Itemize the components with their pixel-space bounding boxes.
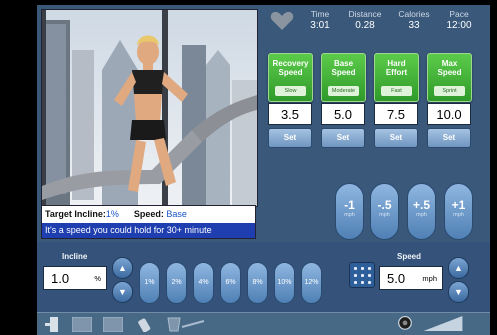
speed-minus-half-button[interactable]: -.5 mph bbox=[370, 183, 399, 240]
speed-title: Speed bbox=[397, 252, 422, 261]
bottle-icon[interactable] bbox=[137, 317, 151, 332]
increment-unit: mph bbox=[344, 212, 355, 218]
increment-unit: mph bbox=[379, 212, 390, 218]
volume-level-icon[interactable] bbox=[421, 316, 465, 331]
stat-label: Time bbox=[310, 9, 330, 19]
preset-title-1: Hard bbox=[387, 59, 406, 68]
treadmill-console: Target Incline:1% Speed: Base It's a spe… bbox=[37, 5, 490, 335]
incline-up-button[interactable]: ▲ bbox=[112, 257, 133, 279]
preset-title-2: Speed bbox=[331, 68, 356, 77]
set-max-button[interactable]: Set bbox=[427, 128, 471, 148]
video-icon[interactable] bbox=[103, 317, 123, 332]
stat-value: 33 bbox=[408, 20, 420, 31]
incline-preset-12[interactable]: 12% bbox=[301, 262, 322, 304]
coaching-message: It's a speed you could hold for 30+ minu… bbox=[42, 223, 255, 238]
incline-preset-4[interactable]: 4% bbox=[193, 262, 214, 304]
preset-descriptor: Slow bbox=[275, 86, 306, 96]
program-icon[interactable] bbox=[72, 317, 92, 332]
incline-unit: % bbox=[94, 274, 101, 283]
video-frame bbox=[42, 10, 257, 206]
set-recovery-button[interactable]: Set bbox=[268, 128, 312, 148]
incline-value: 1.0 bbox=[51, 271, 70, 286]
increment-label: +1 bbox=[451, 198, 466, 212]
stat-value: 12:00 bbox=[446, 20, 472, 31]
set-base-button[interactable]: Set bbox=[321, 128, 365, 148]
speed-plus-1-button[interactable]: +1 mph bbox=[444, 183, 473, 240]
speed-minus-1-button[interactable]: -1 mph bbox=[335, 183, 364, 240]
speed-plus-half-button[interactable]: +.5 mph bbox=[407, 183, 436, 240]
preset-base-value[interactable]: 5.0 bbox=[321, 103, 365, 125]
fan-icon[interactable] bbox=[180, 317, 206, 332]
speed-unit: mph bbox=[422, 274, 437, 283]
speed-up-button[interactable]: ▲ bbox=[448, 257, 469, 279]
stat-label: Distance bbox=[348, 9, 382, 19]
speed-down-button[interactable]: ▼ bbox=[448, 281, 469, 303]
stat-distance: Distance 0.28 bbox=[343, 9, 387, 31]
speed-value: 5.0 bbox=[387, 271, 406, 286]
preset-descriptor: Fast bbox=[381, 86, 412, 96]
preset-recovery-value[interactable]: 3.5 bbox=[268, 103, 312, 125]
cup-icon[interactable] bbox=[167, 317, 181, 332]
preset-hard-button[interactable]: Hard Effort Fast bbox=[374, 53, 419, 102]
bottom-toolbar bbox=[37, 312, 490, 335]
stat-label: Calories bbox=[398, 9, 430, 19]
incline-preset-10[interactable]: 10% bbox=[274, 262, 295, 304]
preset-title-2: Effort bbox=[385, 68, 408, 77]
target-incline-value: 1% bbox=[105, 209, 119, 219]
incline-preset-6[interactable]: 6% bbox=[220, 262, 241, 304]
preset-max-value[interactable]: 10.0 bbox=[427, 103, 471, 125]
preset-title-2: Speed bbox=[437, 68, 462, 77]
increment-label: -.5 bbox=[377, 198, 392, 212]
incline-field[interactable]: 1.0 % bbox=[43, 266, 107, 290]
preset-descriptor: Moderate bbox=[328, 86, 359, 96]
keypad-icon[interactable] bbox=[349, 262, 375, 288]
target-speed-label: Speed: bbox=[133, 209, 164, 219]
stat-calories: Calories 33 bbox=[394, 9, 434, 31]
preset-base-button[interactable]: Base Speed Moderate bbox=[321, 53, 366, 102]
target-line: Target Incline:1% Speed: Base bbox=[45, 209, 187, 219]
incline-down-button[interactable]: ▼ bbox=[112, 281, 133, 303]
increment-unit: mph bbox=[416, 212, 427, 218]
preset-recovery-button[interactable]: Recovery Speed Slow bbox=[268, 53, 313, 102]
preset-title-2: Speed bbox=[278, 68, 303, 77]
speed-field[interactable]: 5.0 mph bbox=[379, 266, 443, 290]
stat-time: Time 3:01 bbox=[305, 9, 335, 31]
preset-title-1: Base bbox=[333, 59, 354, 68]
target-incline-label: Target Incline: bbox=[45, 209, 106, 219]
increment-label: -1 bbox=[344, 198, 355, 212]
set-hard-button[interactable]: Set bbox=[374, 128, 418, 148]
workout-video bbox=[41, 9, 258, 207]
increment-label: +.5 bbox=[412, 198, 430, 212]
stat-value: 0.28 bbox=[355, 20, 375, 31]
heart-icon bbox=[270, 11, 294, 30]
preset-descriptor: Sprint bbox=[434, 86, 465, 96]
incline-preset-1[interactable]: 1% bbox=[139, 262, 160, 304]
preset-title-1: Max bbox=[441, 59, 458, 68]
increment-unit: mph bbox=[453, 212, 464, 218]
stat-label: Pace bbox=[449, 9, 469, 19]
incline-preset-8[interactable]: 8% bbox=[247, 262, 268, 304]
preset-hard-value[interactable]: 7.5 bbox=[374, 103, 418, 125]
exit-door-icon[interactable] bbox=[45, 317, 61, 332]
stat-value: 3:01 bbox=[310, 20, 330, 31]
preset-max-button[interactable]: Max Speed Sprint bbox=[427, 53, 472, 102]
incline-preset-2[interactable]: 2% bbox=[166, 262, 187, 304]
preset-title-1: Recovery bbox=[272, 59, 309, 68]
incline-title: Incline bbox=[62, 252, 88, 261]
stat-pace: Pace 12:00 bbox=[441, 9, 477, 31]
coaching-caption: Target Incline:1% Speed: Base It's a spe… bbox=[41, 205, 256, 239]
volume-knob-icon[interactable] bbox=[394, 315, 416, 330]
target-speed-value: Base bbox=[166, 209, 187, 219]
